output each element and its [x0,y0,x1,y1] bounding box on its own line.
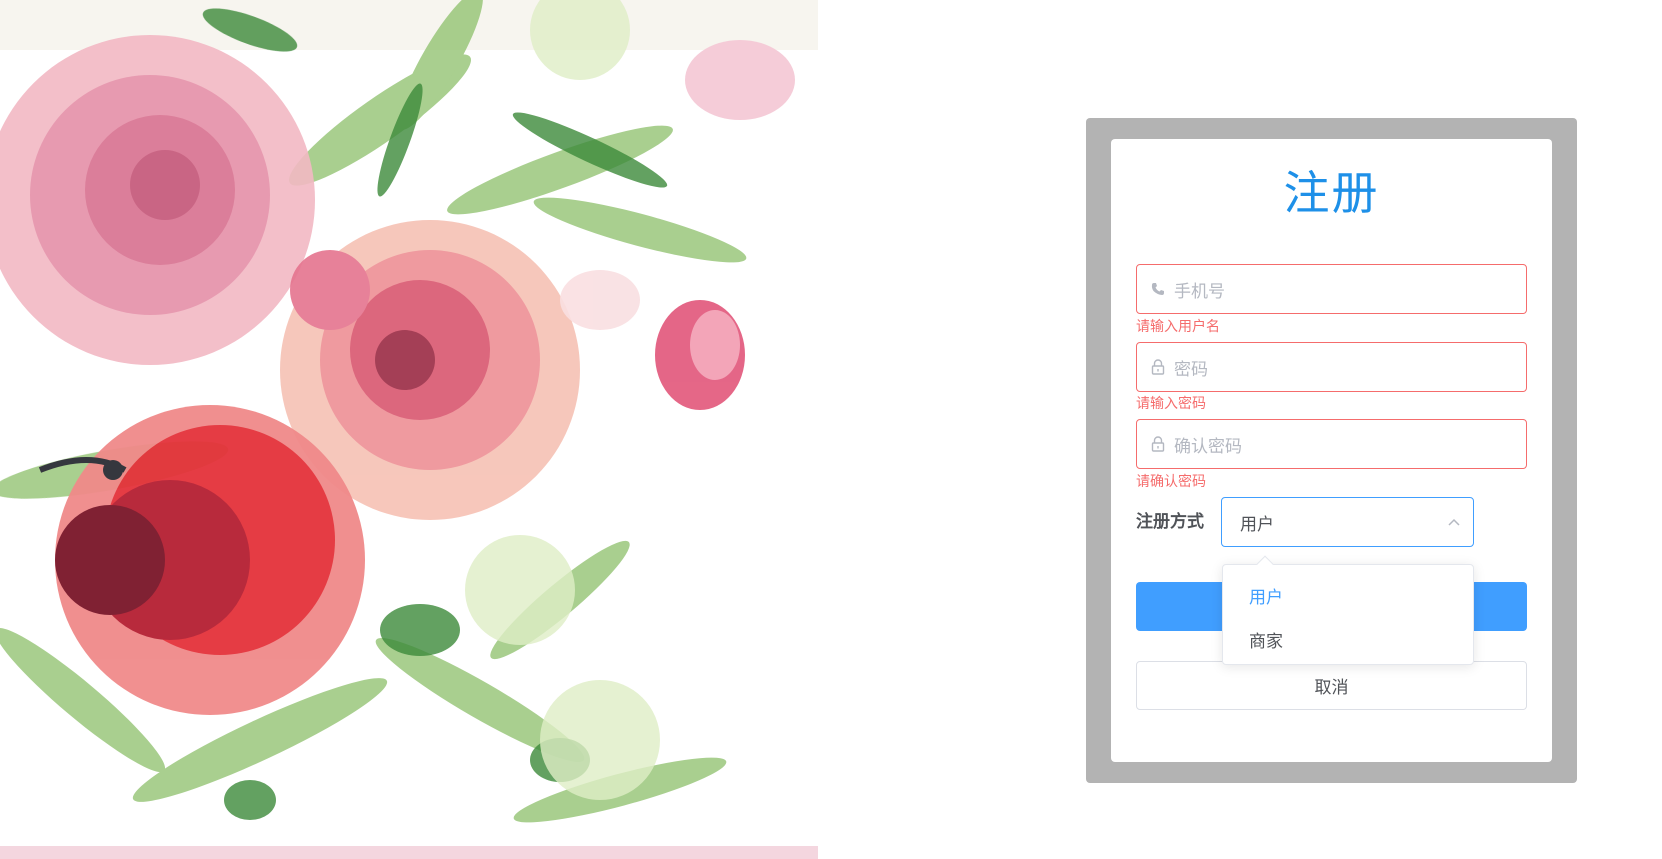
cancel-button[interactable]: 取消 [1136,661,1527,710]
phone-error: 请输入用户名 [1136,319,1220,335]
dropdown-option-user[interactable]: 用户 [1223,573,1473,617]
password-error: 请输入密码 [1136,396,1206,412]
confirm-password-field[interactable]: 确认密码 [1136,419,1527,469]
floral-illustration [0,0,818,859]
password-placeholder: 密码 [1174,359,1208,380]
phone-placeholder: 手机号 [1174,281,1225,302]
phone-icon [1150,281,1166,297]
register-card: 注册 手机号 请输入用户名 密码 请输入密码 确认密码 请确认密码 注册方式 用… [1111,139,1552,762]
dropdown-option-merchant[interactable]: 商家 [1223,617,1473,661]
register-method-label: 注册方式 [1136,512,1204,532]
floral-illustration-svg [0,0,818,859]
password-field[interactable]: 密码 [1136,342,1527,392]
lock-icon [1150,359,1166,375]
confirm-password-placeholder: 确认密码 [1174,436,1242,457]
lock-icon [1150,436,1166,452]
register-method-dropdown: 用户 商家 [1222,555,1474,665]
phone-field[interactable]: 手机号 [1136,264,1527,314]
register-method-value: 用户 [1240,514,1274,535]
confirm-password-error: 请确认密码 [1136,474,1206,490]
page-title: 注册 [1283,166,1380,220]
chevron-up-icon [1447,515,1461,529]
register-method-select[interactable]: 用户 [1221,497,1474,547]
